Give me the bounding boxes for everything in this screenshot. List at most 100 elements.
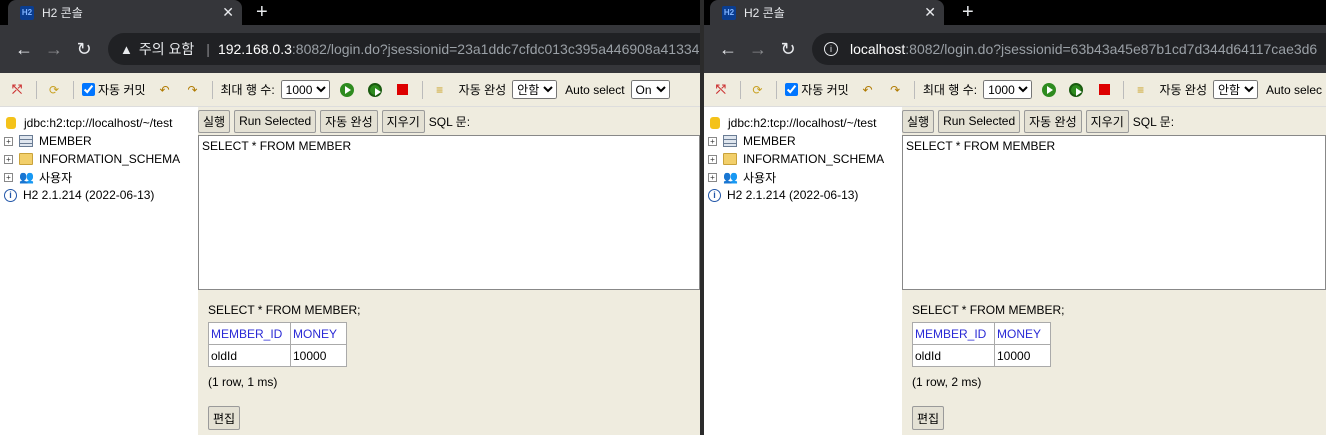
table-cell: oldId bbox=[912, 344, 995, 367]
back-icon[interactable]: ← bbox=[10, 35, 38, 63]
url-host: 192.168.0.3 bbox=[217, 41, 292, 57]
table-header-row: MEMBER_ID MONEY bbox=[912, 322, 1051, 345]
tree-item-users[interactable]: + 👥 사용자 bbox=[708, 168, 898, 186]
column-header[interactable]: MONEY bbox=[290, 322, 347, 345]
auto-commit-checkbox[interactable] bbox=[785, 83, 799, 96]
table-cell: 10000 bbox=[290, 344, 347, 367]
tree-connection[interactable]: jdbc:h2:tcp://localhost/~/test bbox=[4, 114, 194, 132]
url-path: :8082/login.do?jsessionid=23a1ddc7cfdc01… bbox=[291, 41, 700, 57]
expand-icon[interactable]: + bbox=[708, 136, 717, 146]
object-tree: jdbc:h2:tcp://localhost/~/test + MEMBER +… bbox=[704, 107, 902, 435]
auto-commit-toggle[interactable]: 자동 커밋 bbox=[785, 81, 849, 98]
edit-button[interactable]: 편집 bbox=[208, 406, 241, 430]
sql-editor[interactable]: SELECT * FROM MEMBER bbox=[198, 135, 700, 290]
autocomplete-select[interactable]: 안함 bbox=[1212, 80, 1258, 99]
run-button[interactable]: 실행 bbox=[902, 109, 935, 133]
expand-icon[interactable]: + bbox=[708, 154, 717, 164]
auto-commit-toggle[interactable]: 자동 커밋 bbox=[82, 81, 146, 98]
column-header[interactable]: MEMBER_ID bbox=[912, 322, 995, 345]
tree-item-label: INFORMATION_SCHEMA bbox=[743, 152, 885, 166]
close-tab-icon[interactable]: ✕ bbox=[924, 4, 936, 21]
new-tab-icon[interactable]: + bbox=[962, 0, 974, 25]
tree-version: i H2 2.1.214 (2022-06-13) bbox=[708, 186, 898, 204]
tree-item-label: INFORMATION_SCHEMA bbox=[39, 152, 181, 166]
h2-favicon-icon: H2 bbox=[20, 5, 34, 20]
result-query: SELECT * FROM MEMBER; bbox=[208, 303, 361, 317]
run-selected-button[interactable]: Run Selected bbox=[938, 109, 1021, 133]
clear-button[interactable]: 지우기 bbox=[1085, 109, 1129, 133]
address-bar[interactable]: i localhost :8082/login.do?jsessionid=63… bbox=[812, 33, 1326, 65]
max-rows-select[interactable]: 1000 bbox=[280, 80, 330, 99]
tab-strip: H2 H2 콘솔 ✕ + bbox=[0, 0, 700, 25]
back-icon[interactable]: ← bbox=[714, 35, 742, 63]
column-header[interactable]: MONEY bbox=[994, 322, 1051, 345]
version-label: H2 2.1.214 (2022-06-13) bbox=[727, 188, 859, 202]
sql-label: SQL 문: bbox=[1132, 114, 1175, 129]
autocomplete-select[interactable]: 안함 bbox=[512, 80, 558, 99]
tree-item-member[interactable]: + MEMBER bbox=[708, 132, 898, 150]
sql-editor[interactable]: SELECT * FROM MEMBER bbox=[902, 135, 1326, 290]
refresh-icon[interactable]: ⟳ bbox=[45, 81, 63, 99]
forward-icon[interactable]: → bbox=[744, 35, 772, 63]
stop-icon[interactable] bbox=[1095, 81, 1113, 99]
refresh-icon[interactable]: ⟳ bbox=[749, 81, 767, 99]
expand-icon[interactable]: + bbox=[4, 154, 13, 164]
clear-button[interactable]: 지우기 bbox=[381, 109, 425, 133]
tree-item-member[interactable]: + MEMBER bbox=[4, 132, 194, 150]
warning-icon[interactable]: ▲ bbox=[120, 42, 133, 57]
stop-icon[interactable] bbox=[394, 81, 412, 99]
run-selected-icon[interactable] bbox=[1068, 81, 1086, 99]
tree-item-users[interactable]: + 👥 사용자 bbox=[4, 168, 194, 186]
autocomplete-button[interactable]: 자동 완성 bbox=[1024, 109, 1082, 133]
address-toolbar: ← → ↻ i localhost :8082/login.do?jsessio… bbox=[704, 25, 1326, 73]
reload-icon[interactable]: ↻ bbox=[774, 35, 802, 63]
forward-icon[interactable]: → bbox=[40, 35, 68, 63]
sql-label: SQL 문: bbox=[428, 114, 471, 129]
edit-button[interactable]: 편집 bbox=[912, 406, 945, 430]
expand-icon[interactable]: + bbox=[4, 136, 13, 146]
address-bar[interactable]: ▲ 주의 요함 | 192.168.0.3 :8082/login.do?jse… bbox=[108, 33, 700, 65]
database-icon bbox=[710, 117, 720, 129]
history-icon[interactable]: ≡ bbox=[1132, 81, 1150, 99]
reload-icon[interactable]: ↻ bbox=[70, 35, 98, 63]
info-icon[interactable]: i bbox=[824, 42, 838, 56]
run-icon[interactable] bbox=[1040, 81, 1058, 99]
tab-title: H2 콘솔 bbox=[42, 6, 83, 20]
autocomplete-button[interactable]: 자동 완성 bbox=[320, 109, 378, 133]
tab-h2-console[interactable]: H2 H2 콘솔 ✕ bbox=[8, 0, 242, 25]
auto-select-label: Auto select bbox=[565, 82, 625, 97]
tree-connection[interactable]: jdbc:h2:tcp://localhost/~/test bbox=[708, 114, 898, 132]
h2-main: jdbc:h2:tcp://localhost/~/test + MEMBER +… bbox=[704, 107, 1326, 435]
connection-url: jdbc:h2:tcp://localhost/~/test bbox=[728, 116, 877, 130]
tree-item-information-schema[interactable]: + INFORMATION_SCHEMA bbox=[4, 150, 194, 168]
security-label[interactable]: 주의 요함 bbox=[139, 39, 194, 59]
toolbar-separator bbox=[776, 80, 778, 99]
tab-h2-console[interactable]: H2 H2 콘솔 ✕ bbox=[710, 0, 944, 25]
auto-select-select[interactable]: On bbox=[630, 80, 670, 99]
max-rows-select[interactable]: 1000 bbox=[983, 80, 1033, 99]
rollback-icon[interactable]: ↶ bbox=[859, 81, 877, 99]
toolbar-separator bbox=[739, 80, 741, 99]
column-header[interactable]: MEMBER_ID bbox=[208, 322, 291, 345]
folder-icon bbox=[19, 153, 33, 165]
database-icon bbox=[6, 117, 16, 129]
commit-icon[interactable]: ↷ bbox=[886, 81, 904, 99]
result-table: MEMBER_ID MONEY oldId 10000 bbox=[208, 322, 347, 367]
close-tab-icon[interactable]: ✕ bbox=[222, 4, 234, 21]
tree-item-information-schema[interactable]: + INFORMATION_SCHEMA bbox=[708, 150, 898, 168]
run-icon[interactable] bbox=[338, 81, 356, 99]
run-button[interactable]: 실행 bbox=[198, 109, 231, 133]
run-selected-button[interactable]: Run Selected bbox=[234, 109, 317, 133]
table-row: oldId 10000 bbox=[912, 344, 1051, 367]
new-tab-icon[interactable]: + bbox=[256, 0, 268, 25]
autocomplete-label: 자동 완성 bbox=[458, 83, 507, 97]
rollback-icon[interactable]: ↶ bbox=[156, 81, 174, 99]
expand-icon[interactable]: + bbox=[4, 172, 13, 182]
history-icon[interactable]: ≡ bbox=[431, 81, 449, 99]
expand-icon[interactable]: + bbox=[708, 172, 717, 182]
disconnect-icon[interactable]: ⤲ bbox=[712, 81, 730, 99]
run-selected-icon[interactable] bbox=[366, 81, 384, 99]
disconnect-icon[interactable]: ⤲ bbox=[8, 81, 26, 99]
commit-icon[interactable]: ↷ bbox=[184, 81, 202, 99]
auto-commit-checkbox[interactable] bbox=[82, 83, 95, 96]
